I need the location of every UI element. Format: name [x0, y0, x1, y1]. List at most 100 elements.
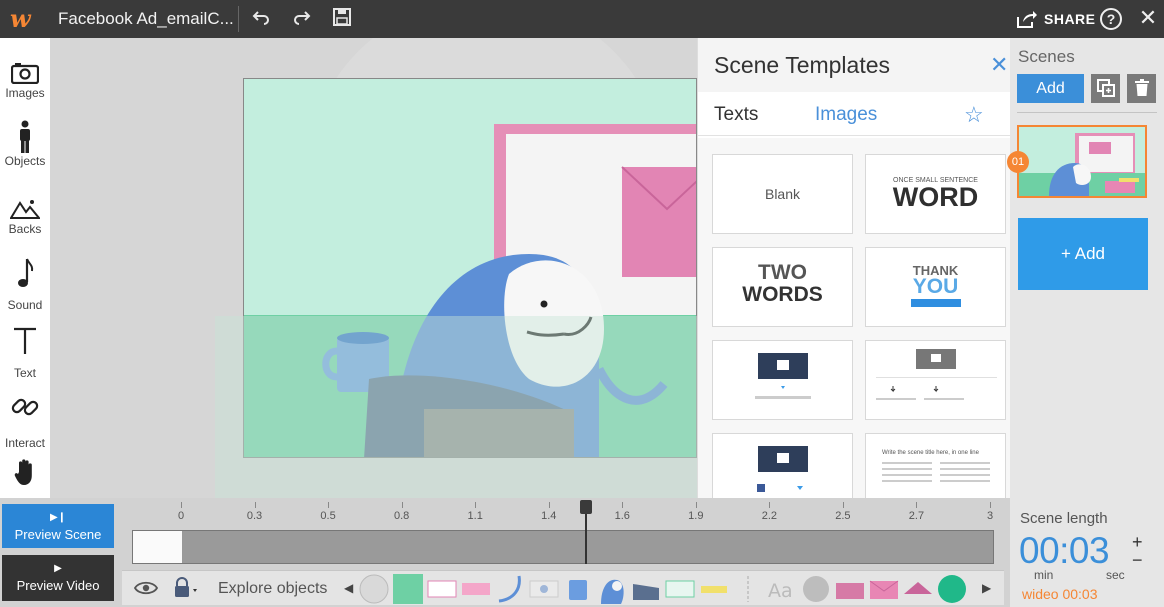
timeline-tick-label: 1.6 — [614, 510, 630, 522]
share-button[interactable]: SHARE — [1016, 8, 1096, 30]
template-bar — [910, 299, 961, 307]
timeline-tick-label: 0.3 — [246, 510, 263, 522]
seconds-label: sec — [1106, 568, 1125, 582]
template-blank[interactable]: Blank — [712, 154, 853, 234]
document-title[interactable]: Facebook Ad_emailC... — [58, 9, 234, 29]
object-thumb-grey-circle[interactable] — [801, 574, 831, 604]
mountain-icon — [0, 184, 50, 219]
add-scene-button[interactable]: Add — [1017, 74, 1084, 103]
tool-text[interactable]: Text — [0, 320, 50, 388]
music-note-icon — [0, 252, 50, 294]
object-thumb-pink-envelope[interactable] — [869, 574, 899, 604]
timeline-track[interactable] — [132, 530, 994, 564]
timeline-tick-mark — [328, 502, 330, 508]
editor-stage[interactable] — [56, 38, 697, 498]
tool-objects[interactable]: Objects — [0, 116, 50, 184]
duplicate-icon — [1096, 79, 1115, 97]
template-image-social[interactable] — [712, 433, 853, 498]
object-thumb-pink-bar[interactable] — [461, 574, 491, 604]
tool-backs[interactable]: Backs — [0, 184, 50, 252]
template-two-words[interactable]: TWO WORDS — [712, 247, 853, 327]
timeline-tick-mark — [916, 502, 918, 508]
star-icon[interactable]: ☆ — [964, 102, 984, 128]
toolbar-divider — [238, 6, 239, 32]
object-thumb-text[interactable]: Aa — [767, 574, 797, 604]
tab-images[interactable]: Images — [815, 104, 877, 126]
explore-next-icon[interactable]: ▶ — [982, 581, 991, 595]
object-thumb-elephant[interactable] — [597, 574, 627, 604]
tab-texts[interactable]: Texts — [714, 104, 758, 126]
delete-scene-button[interactable] — [1127, 74, 1156, 103]
object-thumb-green-square[interactable] — [393, 574, 423, 604]
object-thumb-chair[interactable] — [631, 574, 661, 604]
top-bar: w Facebook Ad_emailC... SHARE ? ✕ — [0, 0, 1164, 38]
share-icon — [1017, 11, 1037, 28]
object-thumb-pencil[interactable] — [699, 574, 729, 604]
timeline-tick-mark — [475, 502, 477, 508]
preview-video-button[interactable]: ▶ Preview Video — [2, 555, 114, 601]
template-scene-title[interactable]: Write the scene title here, in one line — [865, 433, 1006, 498]
add-scene-large-button[interactable]: + Add — [1018, 218, 1148, 290]
scene-templates-panel: Scene Templates ✕ Texts Images ☆ Blank O… — [697, 38, 1011, 498]
timeline-tick-mark — [990, 502, 991, 508]
explore-prev-icon[interactable]: ◀ — [344, 581, 353, 595]
object-thumb-triangle[interactable] — [903, 574, 933, 604]
timeline-tick-label: 2.7 — [908, 510, 925, 522]
timeline-tick-label: 1.9 — [688, 510, 704, 522]
scene-thumbnail-art — [1019, 127, 1145, 196]
save-icon[interactable] — [331, 8, 353, 30]
bottom-bar: ▶❙ Preview Scene ▶ Preview Video 0 0.3 0.5… — [0, 498, 1164, 607]
timeline-tick-label: 0 — [177, 510, 185, 522]
object-thumb-mug[interactable] — [563, 574, 593, 604]
object-thumb-line[interactable] — [733, 574, 763, 604]
tool-images[interactable]: Images — [0, 48, 50, 116]
object-thumb-curve[interactable] — [495, 574, 525, 604]
object-thumb-circle[interactable] — [359, 574, 389, 604]
tool-label: Interact — [4, 436, 46, 450]
close-icon[interactable]: ✕ — [1137, 7, 1159, 29]
lock-icon[interactable] — [172, 577, 198, 601]
timeline-clip[interactable] — [133, 531, 183, 563]
tool-interact[interactable]: Interact — [0, 388, 50, 456]
object-thumb-green-circle[interactable] — [937, 574, 967, 604]
decrease-length-button[interactable]: − — [1132, 550, 1143, 571]
template-you: YOU — [912, 275, 959, 298]
redo-icon[interactable] — [291, 8, 313, 30]
timeline[interactable]: 0 0.3 0.5 0.8 1.1 1.4 1.6 1.9 2.2 2.5 2.7 3 — [122, 498, 1004, 568]
link-icon — [0, 388, 50, 432]
preview-scene-label: Preview Scene — [14, 527, 102, 542]
hand-icon — [0, 456, 50, 490]
timeline-tick-mark — [401, 502, 403, 508]
object-thumb-envelope[interactable] — [427, 574, 457, 604]
scenes-divider — [1017, 112, 1157, 113]
scene-thumbnail[interactable] — [1017, 125, 1147, 198]
timeline-tick-label: 3 — [986, 510, 994, 522]
timeline-tick-label: 0.5 — [320, 510, 336, 522]
object-thumb-pink-rect[interactable] — [835, 574, 865, 604]
playhead-handle[interactable] — [579, 500, 592, 514]
tool-label: Text — [13, 366, 36, 380]
scene-length-time[interactable]: 00:03 — [1019, 530, 1110, 572]
object-bar: Explore objects ◀ Aa ▶ — [122, 570, 1004, 605]
tool-hand[interactable] — [0, 456, 50, 498]
eye-icon[interactable] — [133, 579, 159, 599]
tool-sound[interactable]: Sound — [0, 252, 50, 320]
template-thank-you[interactable]: THANK YOU — [865, 247, 1006, 327]
explore-objects-label: Explore objects — [218, 580, 328, 597]
help-button[interactable]: ? — [1100, 8, 1122, 30]
preview-scene-button[interactable]: ▶❙ Preview Scene — [2, 504, 114, 548]
timeline-tick-label: 2.2 — [761, 510, 778, 522]
object-thumb-card[interactable] — [665, 574, 695, 604]
template-word[interactable]: ONCE SMALL SENTENCE WORD — [865, 154, 1006, 234]
template-image-arrows[interactable] — [865, 340, 1006, 420]
text-t-icon — [0, 320, 50, 362]
undo-icon[interactable] — [250, 8, 272, 30]
timeline-tick-mark — [254, 502, 256, 508]
tool-label: Objects — [4, 154, 46, 168]
close-templates-icon[interactable]: ✕ — [990, 52, 1008, 78]
wideo-logo[interactable]: w — [10, 6, 44, 32]
duplicate-scene-button[interactable] — [1091, 74, 1120, 103]
template-image-twitter[interactable] — [712, 340, 853, 420]
object-thumb-photo[interactable] — [529, 574, 559, 604]
play-icon: ▶ — [54, 563, 62, 574]
